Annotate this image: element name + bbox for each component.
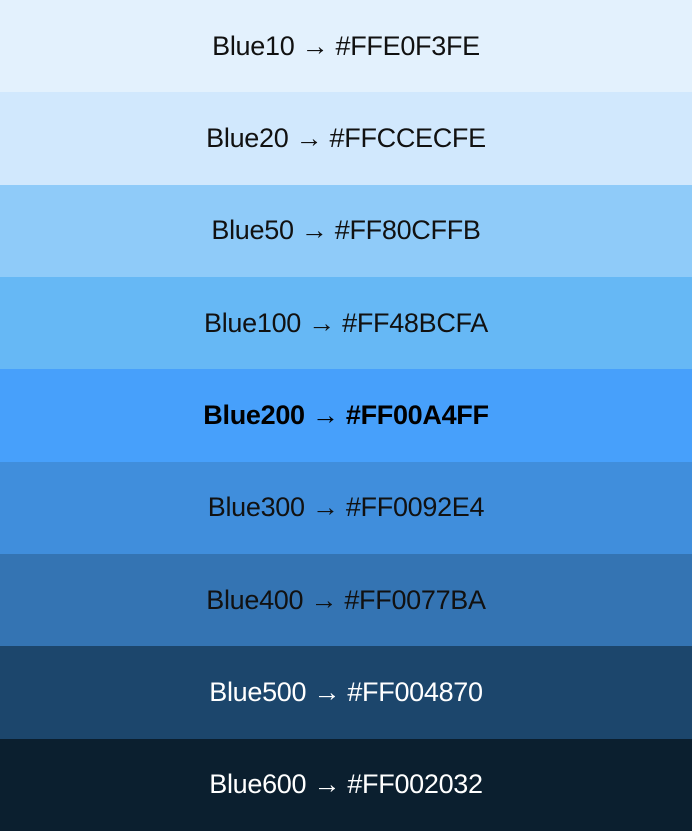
swatch-label: Blue20 → #FFCCECFE: [206, 122, 486, 153]
color-swatch: Blue20 → #FFCCECFE: [0, 92, 692, 185]
swatch-label: Blue10 → #FFE0F3FE: [212, 30, 480, 61]
swatch-label: Blue100 → #FF48BCFA: [204, 307, 488, 338]
color-palette: Blue10 → #FFE0F3FE Blue20 → #FFCCECFE Blue…: [0, 0, 692, 831]
color-swatch: Blue50 → #FF80CFFB: [0, 184, 692, 277]
color-swatch: Blue400 → #FF0077BA: [0, 553, 692, 647]
color-swatch: Blue500 → #FF004870: [0, 646, 692, 739]
color-swatch: Blue600 → #FF002032: [0, 738, 692, 831]
color-swatch: Blue100 → #FF48BCFA: [0, 276, 692, 370]
swatch-label: Blue400 → #FF0077BA: [206, 584, 486, 615]
color-swatch: Blue300 → #FF0092E4: [0, 461, 692, 554]
swatch-label: Blue500 → #FF004870: [209, 676, 483, 707]
swatch-label: Blue600 → #FF002032: [209, 769, 483, 800]
swatch-label: Blue200 → #FF00A4FF: [203, 399, 489, 430]
color-swatch: Blue200 → #FF00A4FF: [0, 369, 692, 462]
swatch-label: Blue300 → #FF0092E4: [207, 492, 485, 523]
color-swatch: Blue10 → #FFE0F3FE: [0, 0, 692, 93]
swatch-label: Blue50 → #FF80CFFB: [211, 215, 481, 246]
